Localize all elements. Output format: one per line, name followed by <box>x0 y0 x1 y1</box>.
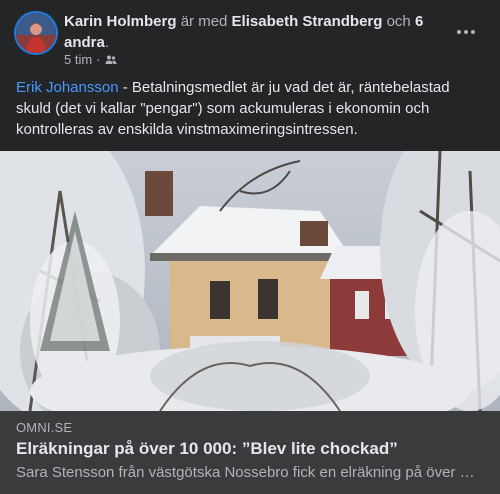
post-body: Erik Johansson - Betalningsmedlet är ju … <box>16 77 484 140</box>
snowy-house-image <box>0 151 500 411</box>
post-timestamp[interactable]: 5 tim <box>64 52 92 67</box>
with-text: är med <box>180 13 228 30</box>
and-text: och <box>386 13 411 30</box>
more-options-button[interactable] <box>448 20 484 44</box>
link-domain: OMNI.SE <box>16 420 73 435</box>
author-name[interactable]: Karin Holmberg <box>64 13 177 30</box>
post-header: Karin Holmberg är med Elisabeth Strandbe… <box>0 0 500 76</box>
avatar-image <box>16 13 56 53</box>
friends-icon[interactable] <box>105 54 117 66</box>
link-card[interactable]: OMNI.SE Elräkningar på över 10 000: ”Ble… <box>0 411 500 494</box>
post-header-text: Karin Holmberg är med Elisabeth Strandbe… <box>64 11 424 53</box>
post-meta: 5 tim · <box>64 52 117 67</box>
mention-link[interactable]: Erik Johansson <box>16 79 119 96</box>
link-description: Sara Stensson från västgötska Nossebro f… <box>16 464 476 481</box>
tagged-person[interactable]: Elisabeth Strandberg <box>232 13 383 30</box>
author-avatar[interactable] <box>16 13 56 53</box>
period: . <box>104 34 110 51</box>
more-horizontal-icon <box>457 30 461 34</box>
link-title[interactable]: Elräkningar på över 10 000: ”Blev lite c… <box>16 439 398 459</box>
meta-separator: · <box>96 52 101 67</box>
link-preview-image[interactable] <box>0 151 500 411</box>
feed-post: Karin Holmberg är med Elisabeth Strandbe… <box>0 0 500 494</box>
